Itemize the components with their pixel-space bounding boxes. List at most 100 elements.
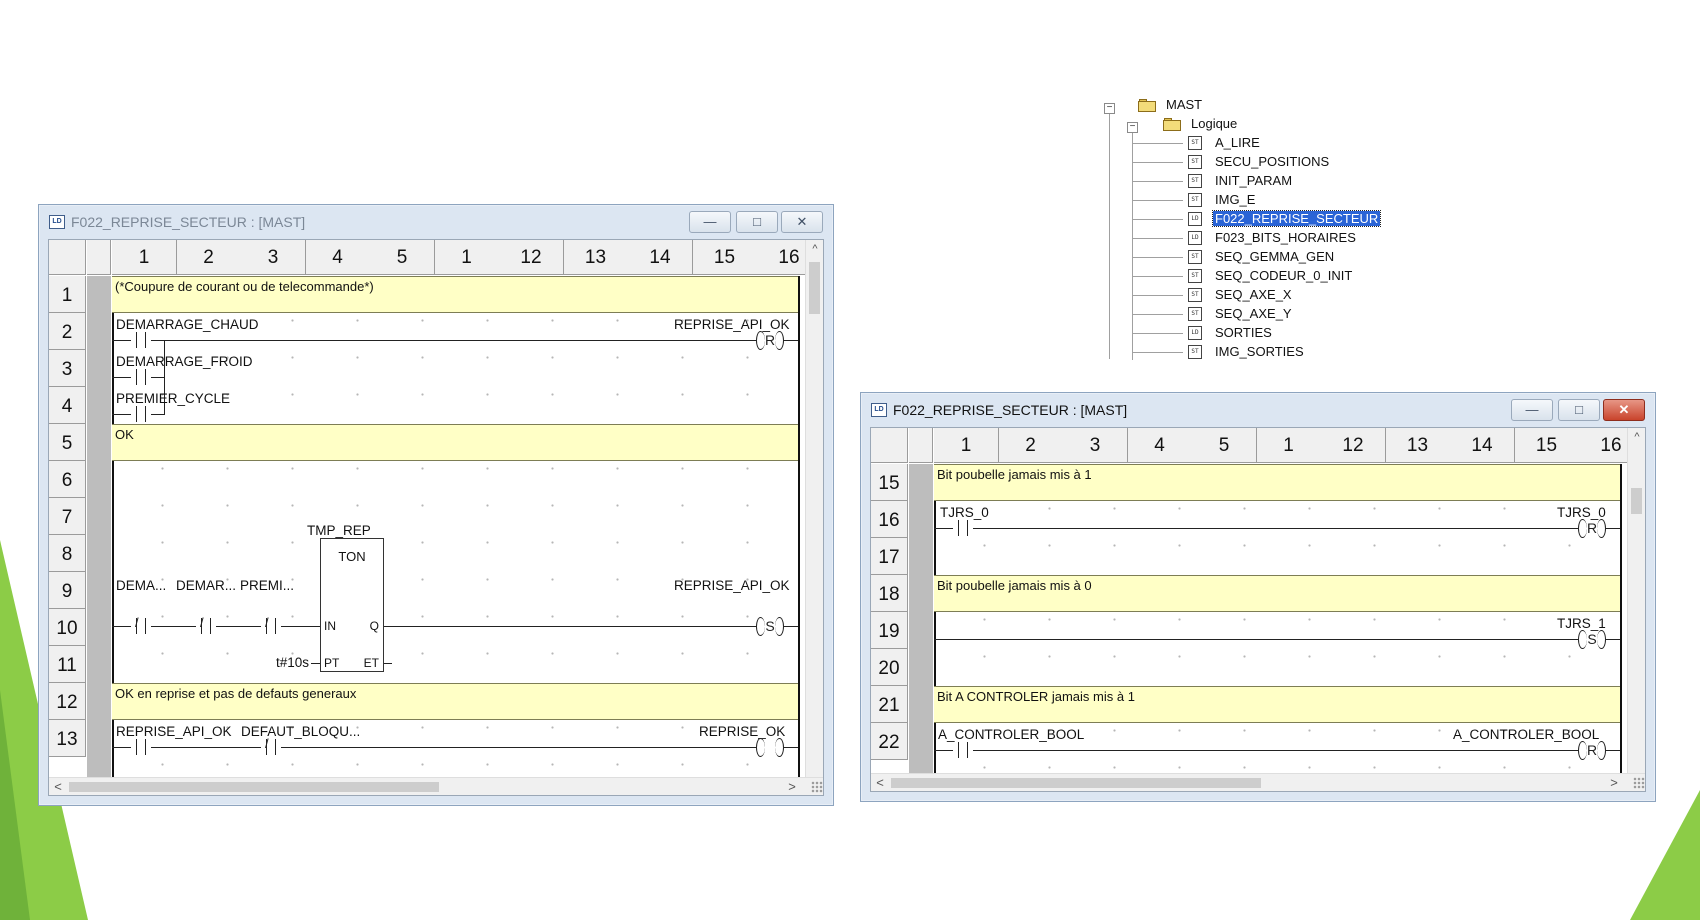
window-titlebar[interactable]: LD F022_REPRISE_SECTEUR : [MAST] — □ ✕ xyxy=(861,393,1655,427)
rung-comment[interactable]: Bit poubelle jamais mis à 1 xyxy=(934,464,1620,501)
column-header: 13 xyxy=(563,240,629,275)
tree-item-seq-axe-x[interactable]: ST SEQ_AXE_X xyxy=(1098,286,1398,304)
scroll-left-icon[interactable]: < xyxy=(49,778,67,795)
column-header: 1 xyxy=(112,240,177,275)
ladder-editor[interactable]: 1 2 3 4 5 1 12 13 14 15 16 1 2 3 4 5 6 7 8 9 10 11 12 13 (*Cou… xyxy=(48,239,824,796)
scrollbar-thumb[interactable] xyxy=(69,782,439,792)
row-header: 21 xyxy=(871,686,908,723)
coil[interactable] xyxy=(756,737,784,757)
coil-set[interactable]: S xyxy=(756,616,784,636)
preset-value[interactable]: t#10s xyxy=(276,655,309,670)
row-header: 22 xyxy=(871,723,908,760)
scroll-up-icon[interactable]: ^ xyxy=(806,240,823,258)
tree-item-a-lire[interactable]: ST A_LIRE xyxy=(1098,134,1398,152)
rung-comment[interactable]: (*Coupure de courant ou de telecommande*… xyxy=(112,276,798,313)
close-button[interactable]: ✕ xyxy=(781,211,823,233)
ladder-window-right[interactable]: LD F022_REPRISE_SECTEUR : [MAST] — □ ✕ 1… xyxy=(860,392,1656,802)
contact-nc[interactable]: / xyxy=(261,736,281,755)
row-header: 19 xyxy=(871,612,908,649)
close-button[interactable]: ✕ xyxy=(1603,399,1645,421)
tree-item-label: IMG_E xyxy=(1215,192,1256,207)
column-header: 5 xyxy=(1192,428,1257,463)
window-title: F022_REPRISE_SECTEUR : [MAST] xyxy=(71,214,306,230)
horizontal-scrollbar[interactable]: < > xyxy=(49,777,823,795)
minimize-button[interactable]: — xyxy=(689,211,731,233)
rung-comment[interactable]: Bit A CONTROLER jamais mis à 1 xyxy=(934,686,1620,723)
contact-nc[interactable]: / xyxy=(261,615,281,634)
minimize-button[interactable]: — xyxy=(1511,399,1553,421)
scrollbar-thumb[interactable] xyxy=(891,778,1261,788)
ladder-window-left[interactable]: LD F022_REPRISE_SECTEUR : [MAST] — □ ✕ 1… xyxy=(38,204,834,806)
pin-et: ET xyxy=(363,656,379,670)
tree-item-f023-bits-horaires[interactable]: LD F023_BITS_HORAIRES xyxy=(1098,229,1398,247)
tree-item-label: SORTIES xyxy=(1215,325,1272,340)
rung-comment[interactable]: OK xyxy=(112,424,798,461)
tree-item-seq-gemma-gen[interactable]: ST SEQ_GEMMA_GEN xyxy=(1098,248,1398,266)
column-header: 12 xyxy=(1321,428,1386,463)
contact-nc[interactable] xyxy=(953,520,973,536)
maximize-button[interactable]: □ xyxy=(736,211,778,233)
scrollbar-thumb[interactable] xyxy=(809,262,820,314)
vertical-scrollbar[interactable]: ^ xyxy=(805,240,823,777)
pin-pt: PT xyxy=(324,656,340,670)
maximize-button[interactable]: □ xyxy=(1558,399,1600,421)
rung-comment[interactable]: Bit poubelle jamais mis à 0 xyxy=(934,575,1620,612)
gutter-header xyxy=(87,240,111,275)
contact-nc[interactable]: / xyxy=(196,615,216,634)
variable-label: A_CONTROLER_BOOL xyxy=(938,727,1085,742)
tree-item-img-sorties[interactable]: ST IMG_SORTIES xyxy=(1098,343,1398,361)
tree-item-label: F023_BITS_HORAIRES xyxy=(1215,230,1356,245)
resize-grip-icon[interactable] xyxy=(1633,777,1645,789)
contact-nc[interactable]: / xyxy=(131,615,151,634)
column-header: 3 xyxy=(1063,428,1128,463)
coil-reset[interactable]: R xyxy=(1578,518,1606,538)
ladder-grid[interactable]: Bit poubelle jamais mis à 1 TJRS_0 TJRS_… xyxy=(934,464,1624,777)
tree-item-label: SEQ_AXE_Y xyxy=(1215,306,1292,321)
tree-item-init-param[interactable]: ST INIT_PARAM xyxy=(1098,172,1398,190)
variable-label: REPRISE_API_OK xyxy=(116,724,232,739)
variable-label: REPRISE_API_OK xyxy=(674,578,790,593)
tree-item-label: SECU_POSITIONS xyxy=(1215,154,1330,169)
rung-comment[interactable]: OK en reprise et pas de defauts generaux xyxy=(112,683,798,720)
tree-item-seq-codeur-0-init[interactable]: ST SEQ_CODEUR_0_INIT xyxy=(1098,267,1398,285)
tree-item-secu-positions[interactable]: ST SECU_POSITIONS xyxy=(1098,153,1398,171)
coil-reset[interactable]: R xyxy=(1578,740,1606,760)
variable-label: TJRS_0 xyxy=(940,505,989,520)
contact-no[interactable] xyxy=(131,406,151,422)
vertical-scrollbar[interactable]: ^ xyxy=(1627,428,1645,773)
scroll-right-icon[interactable]: > xyxy=(1605,774,1623,791)
tree-item-mast[interactable]: MAST xyxy=(1098,96,1298,114)
row-header: 1 xyxy=(49,276,86,313)
row-header: 4 xyxy=(49,387,86,424)
contact-no[interactable] xyxy=(131,739,151,755)
ladder-window-icon: LD xyxy=(49,215,65,229)
st-section-icon: ST xyxy=(1188,174,1202,188)
contact-no[interactable] xyxy=(131,332,151,348)
ton-function-block[interactable]: TON IN Q PT ET xyxy=(320,538,384,672)
tree-item-img-e[interactable]: ST IMG_E xyxy=(1098,191,1398,209)
tree-item-seq-axe-y[interactable]: ST SEQ_AXE_Y xyxy=(1098,305,1398,323)
scroll-right-icon[interactable]: > xyxy=(783,778,801,795)
tree-item-f022-reprise-secteur[interactable]: LD F022_REPRISE_SECTEUR xyxy=(1098,210,1398,228)
ladder-editor[interactable]: 1 2 3 4 5 1 12 13 14 15 16 15 16 17 18 19 20 21 22 Bit po… xyxy=(870,427,1646,792)
tree-item-label: SEQ_AXE_X xyxy=(1215,287,1292,302)
scroll-up-icon[interactable]: ^ xyxy=(1628,428,1645,446)
contact-no[interactable] xyxy=(131,369,151,385)
row-header: 10 xyxy=(49,609,86,646)
row-header: 9 xyxy=(49,572,86,609)
ladder-grid[interactable]: (*Coupure de courant ou de telecommande*… xyxy=(112,276,802,785)
window-titlebar[interactable]: LD F022_REPRISE_SECTEUR : [MAST] — □ ✕ xyxy=(39,205,833,239)
tree-item-sorties[interactable]: LD SORTIES xyxy=(1098,324,1398,342)
grid-corner xyxy=(49,240,86,275)
variable-label: DEFAUT_BLOQU... xyxy=(241,724,361,739)
coil-reset[interactable]: R xyxy=(756,330,784,350)
st-section-icon: ST xyxy=(1188,136,1202,150)
folder-icon xyxy=(1138,99,1156,112)
contact-no[interactable] xyxy=(953,742,973,758)
scrollbar-thumb[interactable] xyxy=(1631,488,1642,514)
scroll-left-icon[interactable]: < xyxy=(871,774,889,791)
resize-grip-icon[interactable] xyxy=(811,781,823,793)
tree-item-logique[interactable]: Logique xyxy=(1098,115,1298,133)
coil-set[interactable]: S xyxy=(1578,629,1606,649)
horizontal-scrollbar[interactable]: < > xyxy=(871,773,1645,791)
